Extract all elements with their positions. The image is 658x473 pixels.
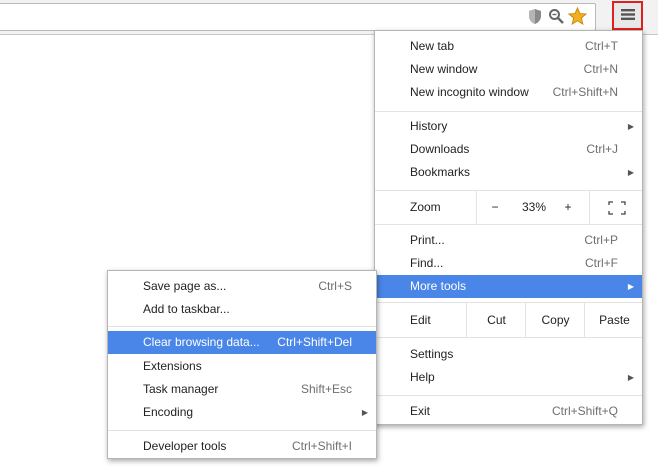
copy-button[interactable]: Copy [525,303,585,337]
submenu-arrow-icon: ▶ [627,168,634,177]
submenu-arrow-icon: ▶ [627,282,634,291]
menu-item-shortcut: Ctrl+Shift+I [291,439,352,453]
edit-row: Edit Cut Copy Paste [375,303,642,337]
menu-item-extensions[interactable]: Extensions [108,355,376,378]
menu-item-settings[interactable]: Settings [375,343,642,366]
menu-item-encoding[interactable]: Encoding ▶ [108,401,376,424]
menu-item-developer-tools[interactable]: Developer tools Ctrl+Shift+I [108,435,376,458]
star-icon[interactable] [567,6,588,26]
fullscreen-button[interactable] [589,191,644,224]
menu-item-label: New tab [410,39,455,53]
menu-item-label: History [410,119,448,133]
menu-item-shortcut: Shift+Esc [300,382,352,396]
menu-item-shortcut: Ctrl+Shift+Q [551,404,618,418]
menu-item-shortcut: Ctrl+S [318,279,352,293]
menu-separator [375,395,642,396]
menu-item-label: Help [410,370,435,384]
menu-item-label: Clear browsing data... [143,335,260,349]
menu-item-save-page-as[interactable]: Save page as... Ctrl+S [108,275,376,298]
zoom-row: Zoom − 33% + [375,191,642,224]
menu-item-new-incognito-window[interactable]: New incognito window Ctrl+Shift+N [375,81,642,104]
menu-item-shortcut: Ctrl+F [585,256,618,270]
menu-separator [375,224,642,225]
menu-item-label: New window [410,62,478,76]
zoom-in-button[interactable]: + [556,191,580,224]
paste-button[interactable]: Paste [584,303,644,337]
menu-separator [108,326,376,327]
menu-item-label: Exit [410,404,431,418]
menu-item-task-manager[interactable]: Task manager Shift+Esc [108,378,376,401]
menu-item-shortcut: Ctrl+Shift+N [552,85,618,99]
chrome-main-menu: New tab Ctrl+T New window Ctrl+N New inc… [374,30,643,425]
menu-separator [375,111,642,112]
menu-item-shortcut: Ctrl+T [585,39,618,53]
menu-item-new-window[interactable]: New window Ctrl+N [375,58,642,81]
menu-item-more-tools[interactable]: More tools ▶ [375,275,642,298]
menu-item-shortcut: Ctrl+Shift+Del [277,335,352,349]
menu-item-print[interactable]: Print... Ctrl+P [375,229,642,252]
menu-item-label: Print... [410,233,445,247]
menu-item-label: Add to taskbar... [143,302,230,316]
more-tools-submenu: Save page as... Ctrl+S Add to taskbar...… [107,270,377,459]
menu-item-label: Bookmarks [410,165,471,179]
chrome-menu-button[interactable] [612,1,643,30]
magnifier-icon[interactable] [548,8,564,24]
menu-item-clear-browsing-data[interactable]: Clear browsing data... Ctrl+Shift+Del [108,331,376,354]
fullscreen-icon [608,201,626,215]
menu-item-label: New incognito window [410,85,529,99]
menu-item-label: Extensions [143,359,202,373]
zoom-level: 33% [521,200,547,214]
hamburger-menu-icon [620,8,635,24]
menu-item-history[interactable]: History ▶ [375,115,642,138]
cut-button[interactable]: Cut [466,303,526,337]
menu-item-downloads[interactable]: Downloads Ctrl+J [375,138,642,161]
submenu-arrow-icon: ▶ [627,373,634,382]
menu-separator [375,337,642,338]
zoom-label: Zoom [410,200,441,214]
submenu-arrow-icon: ▶ [627,122,634,131]
menu-item-label: More tools [410,279,467,293]
menu-item-label: Developer tools [143,439,227,453]
menu-item-label: Downloads [410,142,470,156]
menu-item-shortcut: Ctrl+J [586,142,618,156]
menu-item-label: Find... [410,256,444,270]
menu-item-add-to-taskbar[interactable]: Add to taskbar... [108,298,376,321]
menu-item-label: Task manager [143,382,219,396]
menu-item-label: Encoding [143,405,194,419]
address-bar[interactable] [0,3,596,31]
menu-item-new-tab[interactable]: New tab Ctrl+T [375,35,642,58]
menu-item-label: Settings [410,347,454,361]
menu-item-bookmarks[interactable]: Bookmarks ▶ [375,161,642,184]
menu-item-find[interactable]: Find... Ctrl+F [375,252,642,275]
menu-item-shortcut: Ctrl+P [584,233,618,247]
zoom-out-button[interactable]: − [476,191,513,224]
menu-item-shortcut: Ctrl+N [583,62,618,76]
shield-icon[interactable] [527,8,543,24]
submenu-arrow-icon: ▶ [361,408,368,417]
menu-item-help[interactable]: Help ▶ [375,366,642,389]
menu-separator [108,430,376,431]
menu-item-exit[interactable]: Exit Ctrl+Shift+Q [375,400,642,423]
menu-item-label: Save page as... [143,279,227,293]
edit-label: Edit [410,313,431,327]
